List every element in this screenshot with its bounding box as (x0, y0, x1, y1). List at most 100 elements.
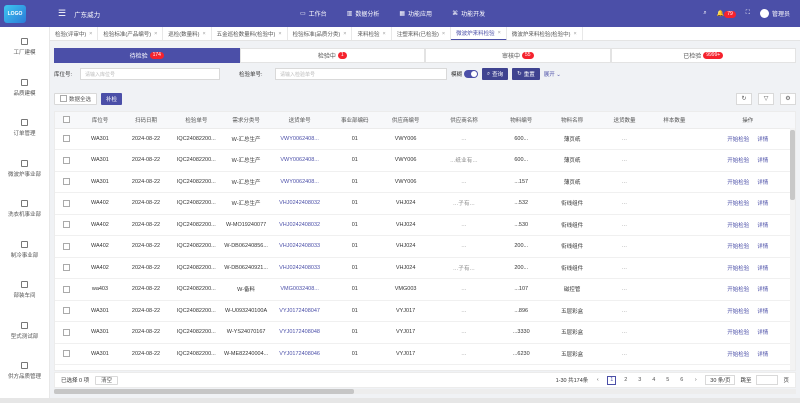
status-tab-reviewing[interactable]: 审核中 55 (425, 48, 611, 63)
close-icon[interactable]: × (343, 31, 346, 37)
col-header[interactable]: 供应商编号 (380, 112, 431, 129)
tab-8[interactable]: 微波炉来料检验(检验中) × (507, 27, 583, 40)
detail-link[interactable]: 详情 (757, 180, 768, 186)
tab-1[interactable]: 检验标准(产品编号) × (98, 27, 164, 40)
select-all-data-button[interactable]: 数据全选 (54, 92, 98, 105)
vertical-scrollbar[interactable] (790, 128, 795, 370)
table-row[interactable]: WA301 2024-08-22 IQC24082200... W-汇总生产 VWY00… (55, 149, 795, 172)
fullscreen-icon[interactable]: ⛶ (746, 10, 750, 17)
tab-6[interactable]: 注塑来料(已检验) × (392, 27, 452, 40)
close-icon[interactable]: × (573, 31, 576, 37)
row-checkbox[interactable] (63, 178, 71, 186)
start-inspect-link[interactable]: 开始检验 (727, 266, 749, 272)
table-cell[interactable]: VWY0062408... (270, 128, 330, 150)
sidebar-item-quality-modeling[interactable]: 品质建模 (0, 68, 49, 109)
row-checkbox[interactable] (63, 285, 71, 293)
prev-page-icon[interactable]: ‹ (593, 376, 602, 385)
table-cell[interactable]: VYJ0172408048 (270, 321, 330, 344)
tab-4[interactable]: 检验标准(品质分类) × (288, 27, 353, 40)
table-cell[interactable]: VYJ0172408047 (270, 300, 330, 322)
expand-link[interactable]: 展开 ⌄ (544, 70, 561, 78)
search-button[interactable]: ⌕ 查询 (482, 68, 509, 80)
filter-icon[interactable]: ▽ (758, 92, 774, 105)
tab-7-active[interactable]: 微波炉来料检验 × (451, 27, 507, 40)
clear-selection-button[interactable]: 清空 (95, 375, 119, 385)
row-checkbox[interactable] (63, 350, 71, 358)
sidebar-item-factory-modeling[interactable]: 工厂建模 (0, 27, 49, 68)
table-cell[interactable]: VHJ0242408033 (270, 257, 330, 279)
detail-link[interactable]: 详情 (757, 309, 768, 315)
row-checkbox[interactable] (63, 242, 71, 250)
row-checkbox[interactable] (63, 264, 71, 272)
reset-button[interactable]: ↻ 重置 (512, 68, 540, 80)
close-icon[interactable]: × (154, 31, 157, 37)
refresh-icon[interactable]: ↻ (736, 92, 752, 105)
table-row[interactable]: WA301 2024-08-22 IQC24082200... W-汇总生产 VWY00… (55, 128, 795, 150)
sidebar-item-microwave-division[interactable]: 微波炉事业部 (0, 149, 49, 190)
page-5[interactable]: 5 (663, 376, 672, 385)
status-tab-pending[interactable]: 待检验 174 (54, 48, 240, 63)
table-row[interactable]: WA402 2024-08-22 IQC24082200... W-DB0624085… (55, 235, 795, 258)
start-inspect-link[interactable]: 开始检验 (727, 244, 749, 250)
detail-link[interactable]: 详情 (757, 201, 768, 207)
sidebar-item-refrigeration-division[interactable]: 制冷事业部 (0, 230, 49, 271)
page-4[interactable]: 4 (649, 376, 658, 385)
table-cell[interactable]: VHJ0242408032 (270, 192, 330, 215)
start-inspect-link[interactable]: 开始检验 (727, 137, 749, 143)
table-row[interactable]: WA402 2024-08-22 IQC24082200... W-MO1924007… (55, 214, 795, 236)
start-inspect-link[interactable]: 开始检验 (727, 309, 749, 315)
page-size-select[interactable]: 30 条/页 (705, 375, 736, 385)
close-icon[interactable]: × (442, 31, 445, 37)
row-checkbox[interactable] (63, 328, 71, 336)
col-header[interactable]: 库位号 (78, 112, 122, 129)
table-cell[interactable]: VHJ0242408033 (270, 235, 330, 258)
search-icon[interactable]: ⌕ (703, 10, 706, 17)
sidebar-item-assembly-workshop[interactable]: 部装车间 (0, 270, 49, 311)
settings-icon[interactable]: ⚙ (780, 92, 796, 105)
col-header[interactable]: 事业部编码 (329, 112, 381, 129)
table-cell[interactable]: VYJ0172408046 (270, 343, 330, 365)
nav-data-analysis[interactable]: ▥ 数据分析 (347, 9, 380, 18)
nav-function-dev[interactable]: ⌘ 功能开发 (452, 9, 485, 18)
sidebar-item-washer-division[interactable]: 洗衣机事业部 (0, 189, 49, 230)
table-cell[interactable]: VWY0062408... (270, 149, 330, 172)
sidebar-item-supplier-quality[interactable]: 供方品质管理 (0, 351, 49, 392)
close-icon[interactable]: × (278, 31, 281, 37)
col-header[interactable]: 物料编号 (497, 112, 546, 129)
col-header[interactable]: 供应商名称 (430, 112, 498, 129)
start-inspect-link[interactable]: 开始检验 (727, 330, 749, 336)
table-row[interactable]: WA402 2024-08-22 IQC24082200... W-DB0624092… (55, 257, 795, 279)
detail-link[interactable]: 详情 (757, 352, 768, 358)
notification-bell[interactable]: 🔔 79 (717, 10, 736, 18)
col-header[interactable]: 检验单号 (170, 112, 223, 129)
table-cell[interactable]: VWY0062408... (270, 171, 330, 193)
col-header[interactable]: 送货单号 (270, 112, 330, 129)
row-checkbox[interactable] (63, 199, 71, 207)
close-icon[interactable]: × (89, 31, 92, 37)
close-icon[interactable]: × (498, 30, 501, 36)
nav-workbench[interactable]: ▭ 工作台 (300, 9, 327, 18)
start-inspect-link[interactable]: 开始检验 (727, 352, 749, 358)
select-all-checkbox[interactable] (63, 116, 71, 124)
page-6[interactable]: 6 (677, 376, 686, 385)
start-inspect-link[interactable]: 开始检验 (727, 223, 749, 229)
detail-link[interactable]: 详情 (757, 244, 768, 250)
jump-input[interactable] (756, 375, 779, 385)
table-row[interactable]: WA3012024-08-22IQC24082200...W-MO1924007… (55, 364, 795, 370)
table-cell[interactable]: VJJ0042408029 (270, 364, 330, 370)
table-row[interactable]: wa403 2024-08-22 IQC24082200... W-备料 VMG0032… (55, 278, 795, 301)
sidebar-item-order-management[interactable]: 订单管理 (0, 108, 49, 149)
check-no-input[interactable]: 请输入检验单号 (275, 68, 447, 80)
table-row[interactable]: WA301 2024-08-22 IQC24082200... W-U09324010… (55, 300, 795, 322)
tab-5[interactable]: 来料检验 × (352, 27, 392, 40)
user-menu[interactable]: 管理员 (759, 9, 790, 18)
next-page-icon[interactable]: › (691, 376, 700, 385)
start-inspect-link[interactable]: 开始检验 (727, 158, 749, 164)
row-checkbox[interactable] (63, 307, 71, 315)
row-checkbox[interactable] (63, 156, 71, 164)
close-icon[interactable]: × (202, 31, 205, 37)
table-row[interactable]: WA402 2024-08-22 IQC24082200... W-汇总生产 VHJ02… (55, 192, 795, 215)
detail-link[interactable]: 详情 (757, 266, 768, 272)
fuzzy-toggle[interactable] (464, 70, 479, 78)
tab-0[interactable]: 检验(评审中) × (50, 27, 99, 40)
